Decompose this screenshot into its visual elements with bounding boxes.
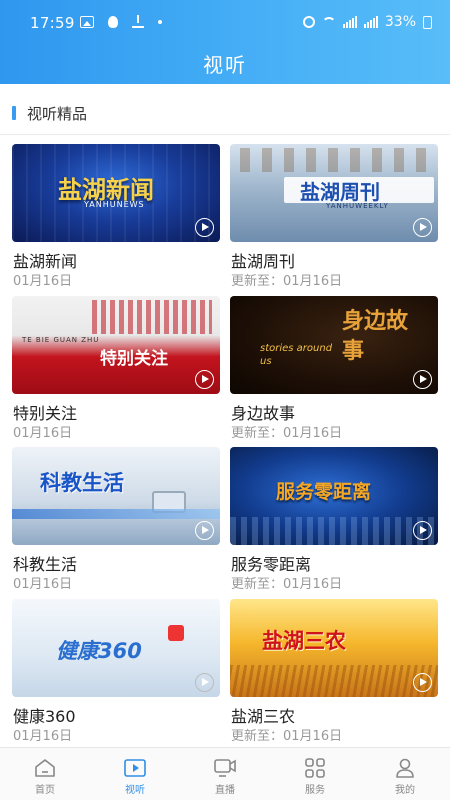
page-title: 视听 [203,53,247,77]
section-title: 视听精品 [27,105,88,123]
program-thumbnail[interactable]: stories around us 身边故事 [230,296,438,394]
battery-icon [423,15,432,29]
thumbnail-title: 盐湖周刊 [300,180,380,204]
signal-2-icon [363,16,378,28]
thumbnail-title: 科教生活 [40,471,124,495]
program-title[interactable]: 盐湖周刊 [231,248,295,272]
program-thumbnail[interactable]: 服务零距离 [230,447,438,545]
play-icon[interactable] [195,521,214,540]
play-icon[interactable] [413,370,432,389]
signal-icon [342,16,357,28]
nav-item-video[interactable]: 视听 [90,748,180,800]
program-card[interactable]: 科教生活 科教生活 01月16日 [12,447,220,597]
nav-item-services[interactable]: 服务 [270,748,360,800]
program-thumbnail[interactable]: 健康360 [12,599,220,697]
program-card[interactable]: TE BIE GUAN ZHU 特别关注 特别关注 01月16日 [12,296,220,446]
status-system-icons: 33% [302,14,432,30]
program-card[interactable]: 盐湖新闻 YANHUNEWS 盐湖新闻 01月16日 [12,144,220,294]
thumbnail-title: 服务零距离 [276,481,372,503]
program-title[interactable]: 盐湖新闻 [13,248,77,272]
nav-item-profile[interactable]: 我的 [360,748,450,800]
play-icon[interactable] [413,673,432,692]
play-icon[interactable] [195,673,214,692]
program-date: 01月16日 [13,729,73,744]
program-date: 更新至：01月16日 [231,577,343,592]
program-date: 更新至：01月16日 [231,426,343,441]
program-title[interactable]: 服务零距离 [231,551,311,575]
program-date: 01月16日 [13,426,73,441]
status-time: 17:59 [30,14,75,32]
program-date: 01月16日 [13,577,73,592]
bulb-notification-icon [108,15,118,28]
grid-icon [305,758,325,778]
thumbnail-title: 盐湖三农 [262,629,346,653]
section-accent-bar [12,106,16,120]
app-header: 17:59 33% 视听 [0,0,450,84]
program-title[interactable]: 科教生活 [13,551,77,575]
nav-label: 我的 [395,785,415,796]
thumbnail-subtitle: YANHUNEWS [84,200,145,209]
program-title[interactable]: 健康360 [13,703,76,727]
battery-percent: 33% [384,14,416,30]
program-date: 更新至：01月16日 [231,729,343,744]
program-title[interactable]: 特别关注 [13,400,77,424]
status-bar: 17:59 33% [0,0,450,44]
program-title[interactable]: 盐湖三农 [231,703,295,727]
home-icon [35,759,55,777]
program-thumbnail[interactable]: 盐湖新闻 YANHUNEWS [12,144,220,242]
nav-item-live[interactable]: 直播 [180,748,270,800]
alarm-icon [302,16,315,28]
section-header: 视听精品 [0,98,450,130]
user-icon [396,758,414,778]
nav-label: 服务 [305,785,325,796]
wifi-icon [321,17,336,27]
program-title[interactable]: 身边故事 [231,400,295,424]
program-date: 01月16日 [13,274,73,289]
program-thumbnail[interactable]: 盐湖周刊 YANHUWEEKLY [230,144,438,242]
thumbnail-title: 特别关注 [100,349,168,369]
thumbnail-subtitle: stories around us [260,343,333,367]
program-card[interactable]: 盐湖三农 盐湖三农 更新至：01月16日 [230,599,438,749]
play-icon[interactable] [413,218,432,237]
play-icon[interactable] [195,218,214,237]
divider [0,134,450,135]
thumbnail-title: 健康360 [56,639,142,663]
program-card[interactable]: stories around us 身边故事 身边故事 更新至：01月16日 [230,296,438,446]
download-notification-icon [132,15,144,28]
status-notification-icons [80,15,162,28]
program-thumbnail[interactable]: TE BIE GUAN ZHU 特别关注 [12,296,220,394]
thumbnail-subtitle: YANHUWEEKLY [326,202,389,210]
nav-label: 视听 [125,785,145,796]
video-icon [124,759,146,777]
play-icon[interactable] [413,521,432,540]
more-notification-icon [158,19,162,24]
program-card[interactable]: 服务零距离 服务零距离 更新至：01月16日 [230,447,438,597]
program-thumbnail[interactable]: 科教生活 [12,447,220,545]
nav-label: 直播 [215,785,235,796]
play-icon[interactable] [195,370,214,389]
live-icon [214,759,236,777]
bottom-nav: 首页 视听 直播 服务 我的 [0,747,450,800]
program-thumbnail[interactable]: 盐湖三农 [230,599,438,697]
nav-label: 首页 [35,785,55,796]
image-notification-icon [80,15,94,28]
nav-item-home[interactable]: 首页 [0,748,90,800]
program-date: 更新至：01月16日 [231,274,343,289]
program-card[interactable]: 盐湖周刊 YANHUWEEKLY 盐湖周刊 更新至：01月16日 [230,144,438,294]
thumbnail-subtitle: TE BIE GUAN ZHU [22,336,100,344]
thumbnail-title: 身边故事 [342,308,409,364]
program-card[interactable]: 健康360 健康360 01月16日 [12,599,220,749]
